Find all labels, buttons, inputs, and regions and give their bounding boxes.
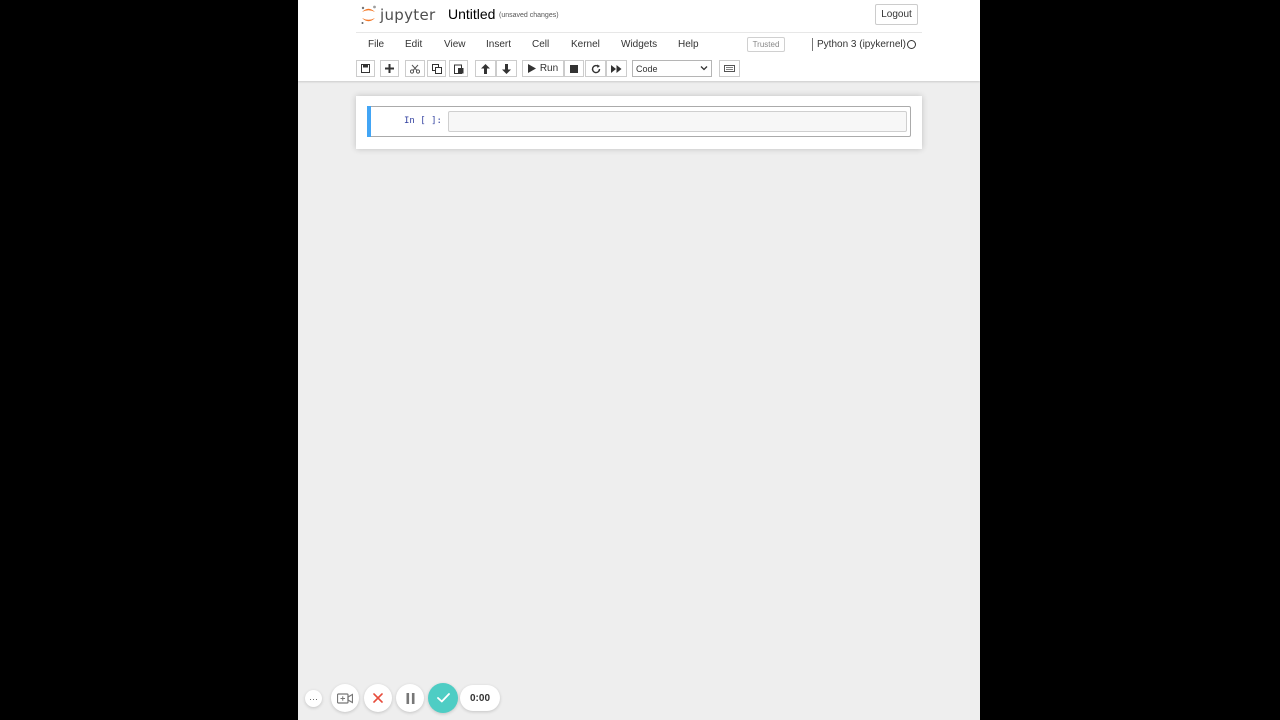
play-icon	[527, 64, 536, 73]
save-button[interactable]	[356, 60, 375, 77]
copy-icon	[431, 63, 442, 74]
input-prompt: In [ ]:	[404, 116, 442, 126]
kernel-separator	[812, 38, 813, 51]
menu-edit[interactable]: Edit	[405, 39, 422, 50]
logo-text: jupyter	[380, 6, 436, 24]
close-icon	[373, 693, 383, 703]
run-label: Run	[539, 63, 559, 74]
save-icon	[361, 64, 370, 73]
toolbar: Run Code	[356, 58, 922, 80]
jupyter-logo[interactable]: jupyter	[360, 4, 435, 26]
cell-selection-indicator	[367, 106, 371, 137]
keyboard-icon	[724, 65, 735, 72]
menu-view[interactable]: View	[444, 39, 466, 50]
cell-type-select[interactable]: Code	[632, 60, 712, 77]
scissors-icon	[410, 64, 420, 74]
insert-cell-button[interactable]	[380, 60, 399, 77]
command-palette-button[interactable]	[719, 60, 740, 77]
stop-icon	[570, 64, 578, 73]
arrow-down-icon	[502, 63, 511, 74]
kernel-idle-icon	[907, 40, 916, 49]
kernel-name[interactable]: Python 3 (ipykernel)	[817, 39, 906, 50]
video-camera-icon	[337, 692, 353, 704]
cancel-recording-button[interactable]	[364, 684, 392, 712]
notebook-name[interactable]: Untitled	[448, 6, 495, 22]
more-options-button[interactable]: ···	[305, 690, 322, 707]
check-icon	[436, 693, 450, 703]
ellipsis-icon: ···	[309, 693, 318, 704]
cut-button[interactable]	[405, 60, 425, 77]
menubar: File Edit View Insert Cell Kernel Widget…	[356, 32, 922, 55]
move-up-button[interactable]	[475, 60, 496, 77]
logout-button[interactable]: Logout	[875, 4, 918, 25]
browser-viewport: jupyter Untitled (unsaved changes) Logou…	[298, 0, 980, 720]
menu-cell[interactable]: Cell	[532, 39, 549, 50]
paste-button[interactable]	[449, 60, 468, 77]
menu-kernel[interactable]: Kernel	[571, 39, 600, 50]
restart-button[interactable]	[585, 60, 606, 77]
pause-recording-button[interactable]	[396, 684, 424, 712]
camera-toggle-button[interactable]	[331, 684, 359, 712]
plus-icon	[385, 64, 394, 73]
chevron-down-icon	[700, 66, 708, 71]
save-status: (unsaved changes)	[499, 12, 559, 19]
finish-recording-button[interactable]	[428, 683, 458, 713]
recorder-controls: ··· 0:00	[298, 683, 518, 713]
arrow-up-icon	[481, 63, 490, 74]
menu-widgets[interactable]: Widgets	[621, 39, 657, 50]
paste-icon	[453, 64, 463, 74]
interrupt-button[interactable]	[564, 60, 584, 77]
trusted-badge[interactable]: Trusted	[747, 37, 785, 52]
copy-button[interactable]	[427, 60, 446, 77]
fast-forward-icon	[611, 64, 622, 73]
recording-timer: 0:00	[460, 685, 500, 711]
jupyter-logo-icon	[361, 5, 376, 24]
restart-run-all-button[interactable]	[606, 60, 627, 77]
notebook-header: jupyter Untitled (unsaved changes) Logou…	[298, 0, 980, 81]
menu-file[interactable]: File	[368, 39, 384, 50]
pause-icon	[406, 692, 414, 704]
cell-type-value: Code	[636, 63, 658, 74]
restart-icon	[591, 64, 600, 73]
notebook-container: In [ ]:	[356, 96, 922, 149]
move-down-button[interactable]	[496, 60, 517, 77]
code-cell[interactable]: In [ ]:	[367, 106, 911, 137]
menu-help[interactable]: Help	[678, 39, 699, 50]
menu-insert[interactable]: Insert	[486, 39, 511, 50]
code-input[interactable]	[448, 111, 907, 132]
run-button[interactable]: Run	[522, 60, 564, 77]
